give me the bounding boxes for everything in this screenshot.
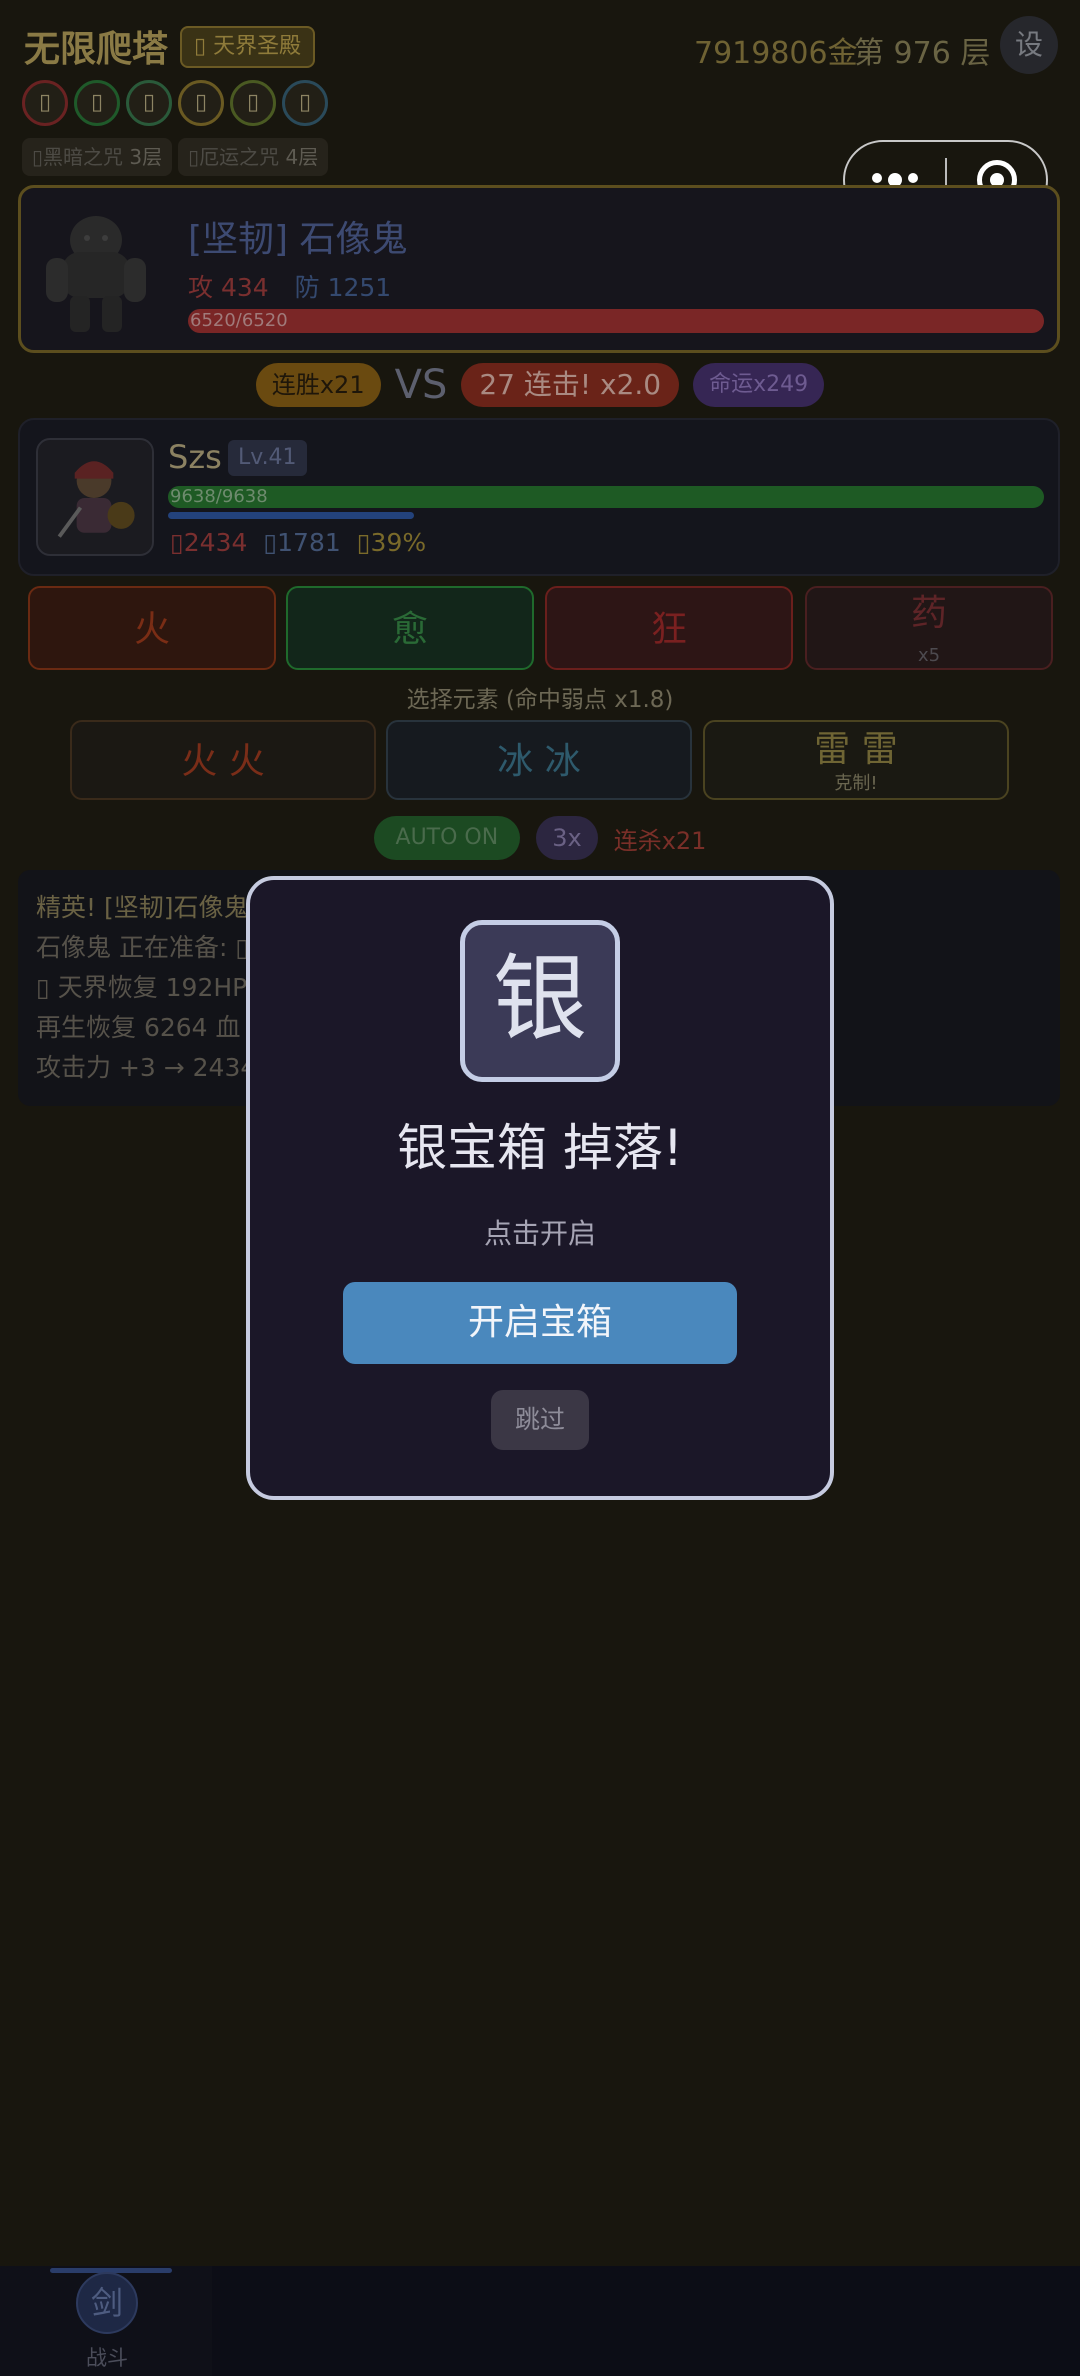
silver-chest-icon: 银 <box>460 920 620 1082</box>
settings-button[interactable]: 设 <box>1000 16 1058 74</box>
combo-badge: 27 连击! x2.0 <box>461 363 680 407</box>
curse-chip: ▯厄运之咒 4层 <box>178 138 329 176</box>
element-buff-icon: ▯ <box>22 80 68 126</box>
hero-portrait <box>36 438 154 556</box>
auto-toggle[interactable]: AUTO ON <box>373 816 521 860</box>
hero-attack: ▯2434 <box>170 528 248 557</box>
hero-xp-bar <box>168 512 414 519</box>
curse-name: ▯黑暗之咒 <box>32 145 124 169</box>
enemy-hp-text: 6520/6520 <box>190 310 288 331</box>
curse-level: 3层 <box>129 145 163 169</box>
kill-streak: 连杀x21 <box>613 826 707 855</box>
thunder-label: 雷 雷 <box>814 729 898 770</box>
element-fire-button[interactable]: 火 火 <box>70 720 376 800</box>
open-chest-button[interactable]: 开启宝箱 <box>343 1282 737 1364</box>
curse-chip: ▯黑暗之咒 3层 <box>22 138 173 176</box>
element-buff-row: ▯ ▯ ▯ ▯ ▯ ▯ <box>22 80 328 126</box>
skill-rage-button[interactable]: 狂 <box>545 586 793 670</box>
realm-badge: ▯ 天界圣殿 <box>180 26 316 68</box>
enemy-attack: 攻 434 <box>188 273 269 302</box>
hero-hp-text: 9638/9638 <box>170 486 268 507</box>
enemy-defense: 防 1251 <box>294 273 392 302</box>
potion-label: 药 <box>910 593 947 634</box>
hero-crit: ▯39% <box>356 528 427 557</box>
enemy-stats: 攻 434 防 1251 <box>188 268 391 304</box>
modal-subtitle: 点击开启 <box>483 1217 596 1250</box>
auto-row: AUTO ON 3x 连杀x21 <box>0 816 1080 860</box>
curse-row: ▯黑暗之咒 3层 ▯厄运之咒 4层 <box>22 138 329 176</box>
curse-level: 4层 <box>285 145 319 169</box>
enemy-name: [坚韧] 石像鬼 <box>188 219 408 260</box>
curse-name: ▯厄运之咒 <box>188 145 280 169</box>
hero-hp-bar: 9638/9638 <box>168 486 1044 508</box>
vs-label: VS <box>394 362 448 408</box>
element-buff-icon: ▯ <box>126 80 172 126</box>
element-buff-icon: ▯ <box>178 80 224 126</box>
enemy-hp-bar: 6520/6520 <box>188 309 1044 333</box>
modal-title: 银宝箱 掉落! <box>397 1119 683 1177</box>
element-buff-icon: ▯ <box>230 80 276 126</box>
win-streak-badge: 连胜x21 <box>255 363 381 407</box>
speed-button[interactable]: 3x <box>536 816 598 860</box>
element-buff-icon: ▯ <box>74 80 120 126</box>
page-title: 无限爬塔 <box>24 29 169 70</box>
skip-button[interactable]: 跳过 <box>491 1390 589 1450</box>
skill-potion-button[interactable]: 药 x5 <box>805 586 1053 670</box>
sword-icon[interactable]: 剑 <box>76 2272 138 2334</box>
skill-fire-button[interactable]: 火 <box>28 586 276 670</box>
vs-row: 连胜x21 VS 27 连击! x2.0 命运x249 <box>0 360 1080 410</box>
fate-badge: 命运x249 <box>693 363 825 407</box>
hero-level-badge: Lv.41 <box>228 440 307 476</box>
element-thunder-button[interactable]: 雷 雷 克制! <box>703 720 1009 800</box>
hero-defense: ▯1781 <box>263 528 341 557</box>
skill-heal-button[interactable]: 愈 <box>286 586 534 670</box>
potion-count: x5 <box>917 645 941 666</box>
floor-counter: 第 976 层 <box>854 36 991 71</box>
nav-tab-label: 战斗 <box>86 2346 128 2370</box>
hero-name: Szs <box>168 438 222 476</box>
element-buff-icon: ▯ <box>282 80 328 126</box>
element-ice-button[interactable]: 冰 冰 <box>386 720 692 800</box>
gargoyle-portrait <box>46 216 146 332</box>
hero-stats: ▯2434 ▯1781 ▯39% <box>170 528 426 557</box>
thunder-note: 克制! <box>834 773 878 794</box>
element-hint: 选择元素 (命中弱点 x1.8) <box>406 687 674 713</box>
gold-counter: 7919806金 <box>694 36 858 71</box>
